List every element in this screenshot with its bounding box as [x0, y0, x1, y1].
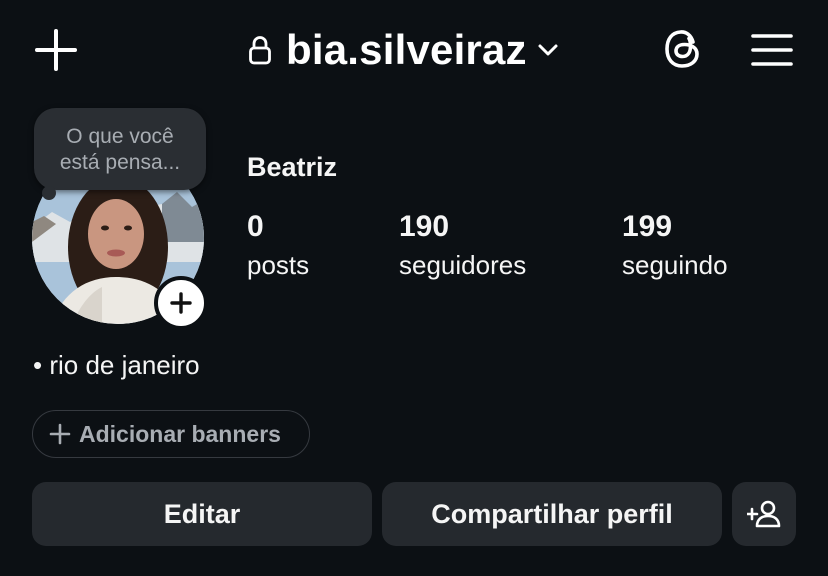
plus-icon — [35, 29, 77, 71]
username: bia.silveiraz — [286, 26, 527, 73]
stat-label: seguindo — [622, 250, 728, 280]
plus-icon — [170, 292, 192, 314]
plus-icon — [49, 423, 71, 445]
hamburger-menu-icon — [751, 34, 793, 66]
edit-profile-label: Editar — [163, 498, 241, 529]
share-profile-button[interactable]: Compartilhar perfil — [382, 482, 722, 546]
note-bubble-tail — [42, 186, 56, 200]
lock-icon — [248, 33, 274, 67]
note-bubble[interactable]: O que você está pensa... — [34, 108, 206, 190]
add-banners-label: Adicionar banners — [79, 420, 281, 447]
stat-followers[interactable]: 190 seguidores — [399, 208, 526, 284]
stat-value: 190 — [399, 210, 450, 243]
stat-value: 0 — [247, 210, 264, 243]
stat-label: seguidores — [399, 250, 527, 280]
note-placeholder: O que você está pensa... — [59, 125, 181, 174]
add-person-icon — [747, 500, 781, 528]
stat-value: 199 — [622, 210, 673, 243]
add-banners-button[interactable]: Adicionar banners — [32, 410, 310, 458]
stat-posts[interactable]: 0 posts — [247, 208, 309, 284]
create-button[interactable] — [34, 28, 78, 72]
threads-button[interactable] — [660, 25, 708, 73]
account-switcher[interactable]: bia.silveiraz — [248, 24, 559, 76]
chevron-down-icon — [537, 39, 559, 61]
discover-people-button[interactable] — [732, 482, 796, 546]
menu-button[interactable] — [748, 28, 796, 72]
edit-profile-button[interactable]: Editar — [32, 482, 372, 546]
bio-text: • rio de janeiro — [33, 350, 200, 380]
stat-following[interactable]: 199 seguindo — [622, 208, 728, 284]
share-profile-label: Compartilhar perfil — [431, 498, 673, 529]
top-bar: bia.silveiraz — [0, 0, 828, 100]
stat-label: posts — [247, 250, 310, 280]
avatar-container — [32, 176, 208, 330]
add-story-button[interactable] — [154, 276, 208, 330]
threads-icon — [665, 30, 699, 68]
profile-screen: bia.silveiraz O que você está pensa... B… — [0, 0, 828, 576]
display-name: Beatriz — [247, 152, 338, 182]
